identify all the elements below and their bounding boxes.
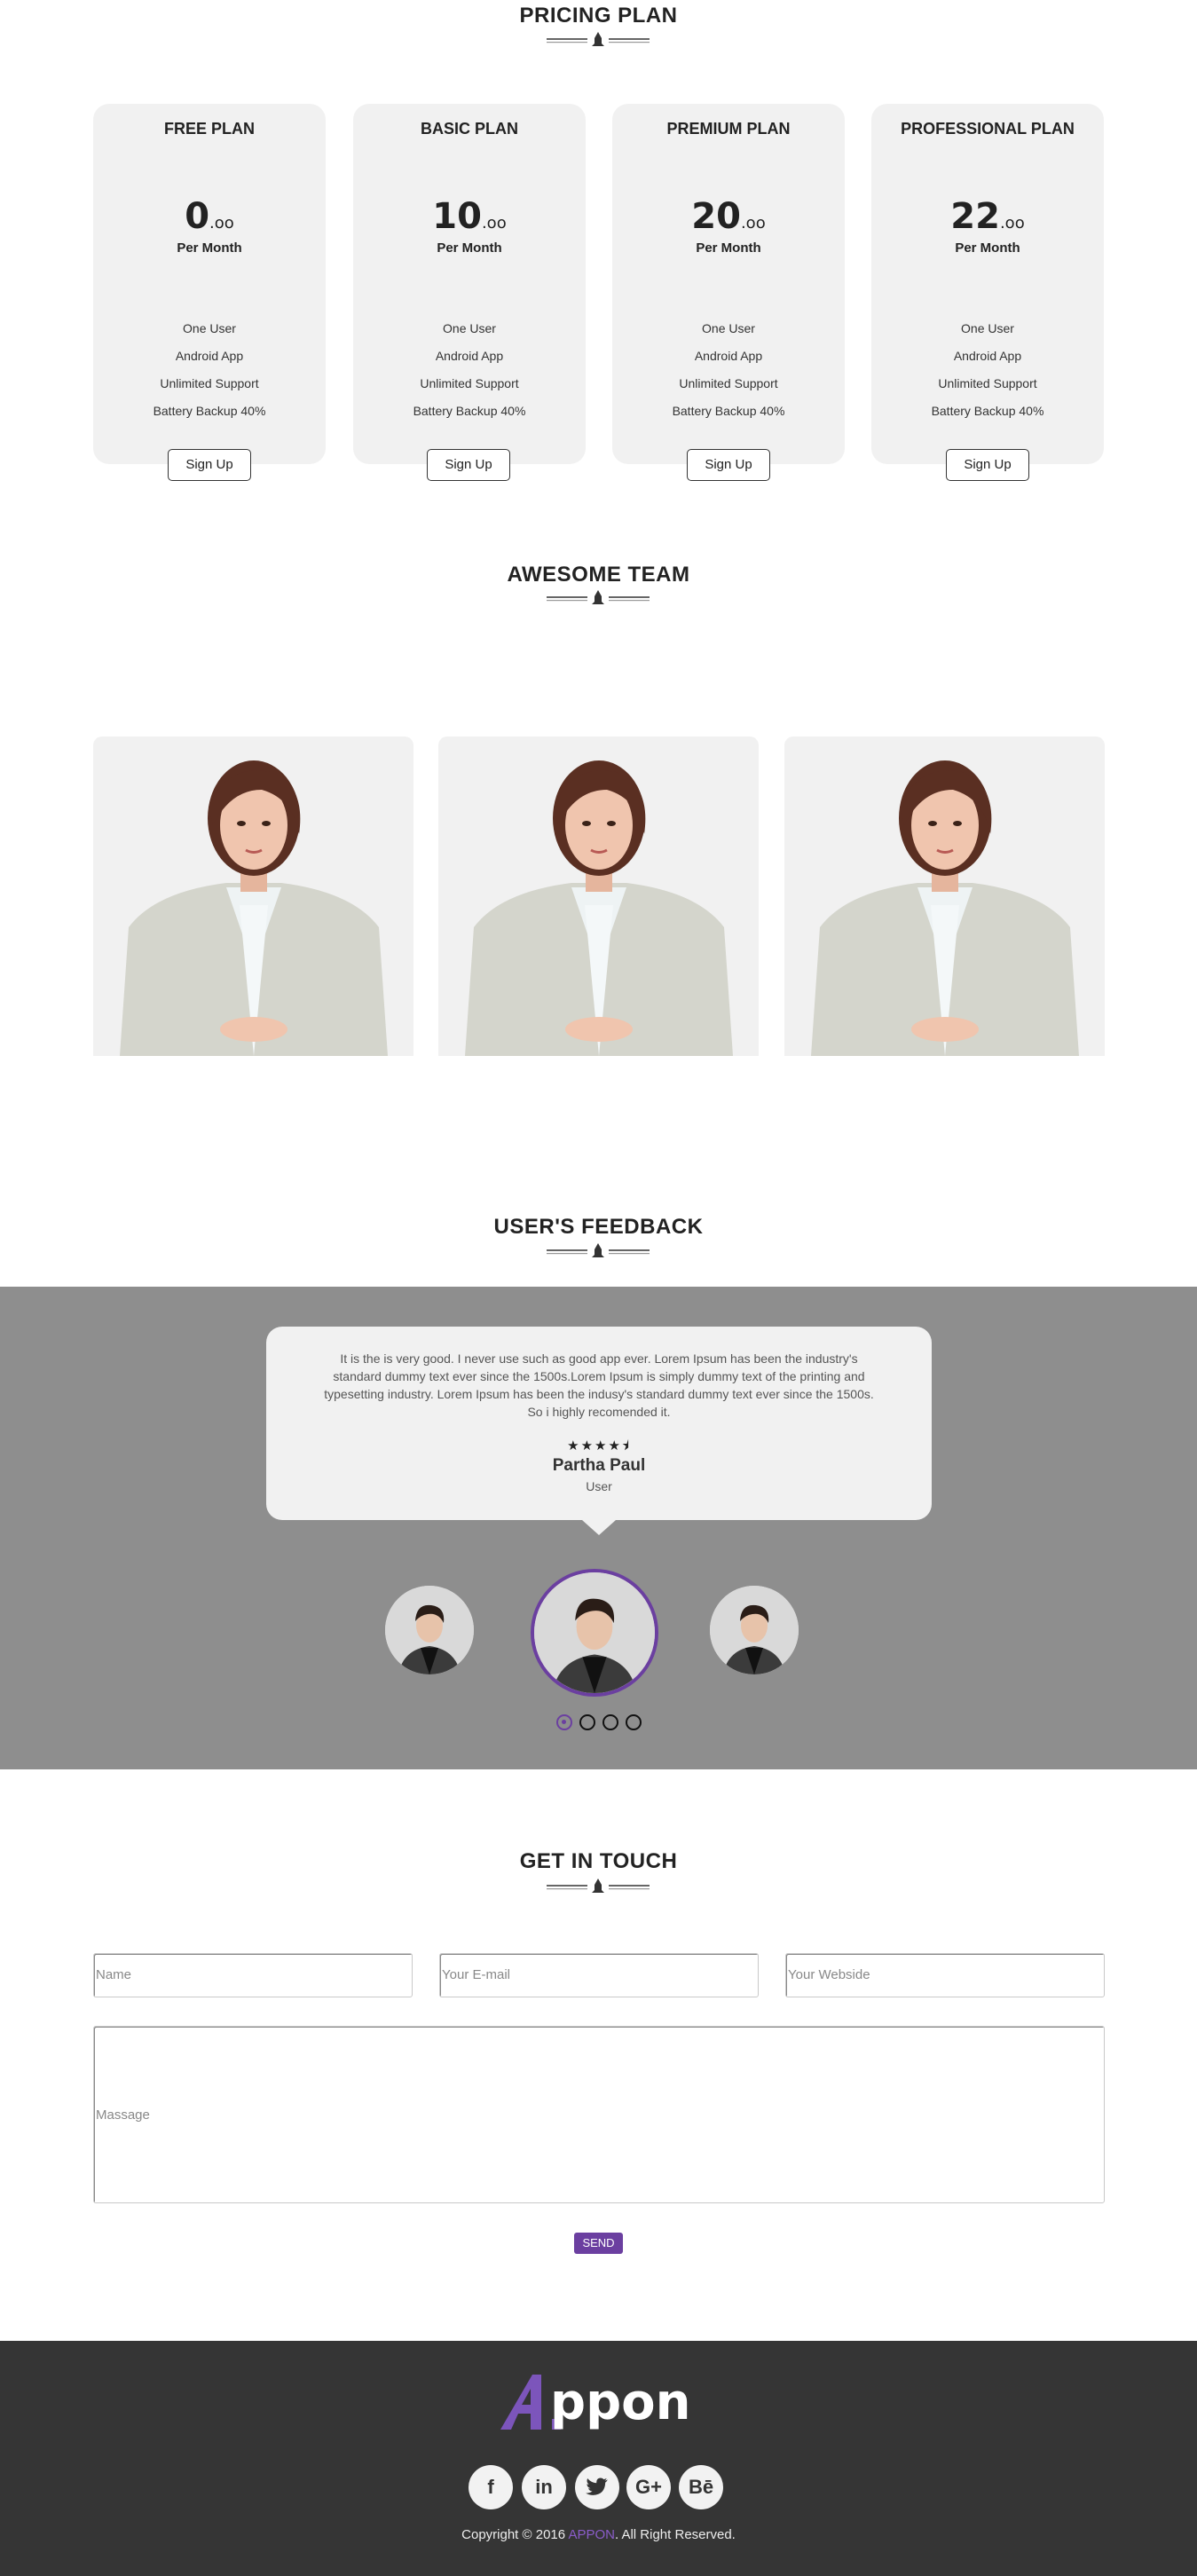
testimonial-bubble: It is the is very good. I never use such… [266, 1327, 932, 1520]
plan-feature: Battery Backup 40% [672, 404, 785, 418]
plan-feature: Battery Backup 40% [153, 404, 266, 418]
copyright-brand-link[interactable]: APPON [568, 2527, 615, 2542]
appon-logo[interactable]: ppon [499, 2367, 703, 2438]
signup-button-premium[interactable]: Sign Up [687, 449, 770, 481]
plan-card-free: FREE PLAN 0.oo Per Month One User Androi… [93, 104, 326, 464]
team-member-photo [465, 760, 733, 1056]
svg-text:ppon: ppon [550, 2374, 691, 2431]
plan-name: PREMIUM PLAN [666, 120, 791, 138]
facebook-icon[interactable]: f [469, 2465, 513, 2509]
testimonial-text: It is the is very good. I never use such… [324, 1351, 874, 1419]
plan-card-professional: PROFESSIONAL PLAN 22.oo Per Month One Us… [871, 104, 1104, 464]
message-field[interactable]: Massage [93, 2026, 1105, 2203]
feedback-title: USER'S FEEDBACK [493, 1215, 704, 1239]
google-plus-icon[interactable]: G+ [626, 2465, 671, 2509]
website-field[interactable]: Your Webside [785, 1953, 1105, 1997]
plan-feature: Android App [435, 349, 504, 363]
plan-name: BASIC PLAN [420, 120, 518, 138]
plan-name: FREE PLAN [163, 120, 255, 138]
plan-card-basic: BASIC PLAN 10.oo Per Month One User Andr… [353, 104, 586, 464]
signup-button-professional[interactable]: Sign Up [946, 449, 1029, 481]
plan-feature: Android App [175, 349, 244, 363]
plan-feature: Battery Backup 40% [413, 404, 526, 418]
team-member-photo [120, 760, 388, 1056]
copyright-text: Copyright © 2016 APPON. All Right Reserv… [0, 2527, 1197, 2542]
rocket-divider-icon [547, 32, 650, 46]
rocket-divider-icon [547, 1879, 650, 1893]
team-member-card [784, 737, 1105, 1056]
twitter-icon[interactable] [575, 2465, 619, 2509]
send-button[interactable]: SEND [574, 2233, 623, 2254]
reviewer-name: Partha Paul [552, 1456, 646, 1475]
footer: ppon f in G+ Bē Copyright © 2016 APPON. … [0, 2341, 1197, 2576]
plan-price: 20.oo [691, 196, 766, 237]
team-member-card [438, 737, 759, 1056]
carousel-dot[interactable] [556, 1714, 572, 1730]
rocket-divider-icon [547, 1243, 650, 1257]
plan-feature: Unlimited Support [938, 376, 1037, 390]
plan-period: Per Month [955, 240, 1020, 256]
reviewer-avatar-next[interactable] [710, 1586, 799, 1674]
email-field[interactable]: Your E-mail [439, 1953, 759, 1997]
feedback-band: It is the is very good. I never use such… [0, 1287, 1197, 1769]
plan-feature: Battery Backup 40% [931, 404, 1044, 418]
signup-button-free[interactable]: Sign Up [168, 449, 251, 481]
plan-feature: One User [443, 321, 496, 335]
plan-card-premium: PREMIUM PLAN 20.oo Per Month One User An… [612, 104, 845, 464]
plan-price: 10.oo [432, 196, 507, 237]
plan-feature: Android App [694, 349, 763, 363]
plan-price: 22.oo [950, 196, 1025, 237]
plan-name: PROFESSIONAL PLAN [901, 120, 1075, 138]
team-member-photo [811, 760, 1079, 1056]
reviewer-role: User [586, 1479, 612, 1493]
name-field[interactable]: Name [93, 1953, 413, 1997]
plan-feature: Unlimited Support [420, 376, 519, 390]
copyright-suffix: . All Right Reserved. [614, 2527, 736, 2542]
plan-period: Per Month [437, 240, 502, 256]
plan-feature: Unlimited Support [160, 376, 259, 390]
carousel-dot[interactable] [602, 1714, 618, 1730]
plan-feature: One User [702, 321, 755, 335]
pricing-title: PRICING PLAN [519, 4, 678, 28]
team-member-card [93, 737, 413, 1056]
signup-button-basic[interactable]: Sign Up [427, 449, 510, 481]
plan-price: 0.oo [185, 196, 234, 237]
plan-feature: One User [961, 321, 1014, 335]
rocket-divider-icon [547, 590, 650, 604]
linkedin-icon[interactable]: in [522, 2465, 566, 2509]
bubble-tail [582, 1520, 616, 1535]
carousel-dot[interactable] [626, 1714, 642, 1730]
reviewer-avatar-active[interactable] [531, 1569, 658, 1697]
team-title: AWESOME TEAM [507, 563, 690, 587]
copyright-prefix: Copyright © 2016 [461, 2527, 569, 2542]
reviewer-avatar-prev[interactable] [385, 1586, 474, 1674]
carousel-dot[interactable] [579, 1714, 595, 1730]
plan-feature: Unlimited Support [679, 376, 778, 390]
plan-period: Per Month [177, 240, 242, 256]
plan-period: Per Month [696, 240, 761, 256]
behance-icon[interactable]: Bē [679, 2465, 723, 2509]
plan-feature: One User [183, 321, 236, 335]
plan-feature: Android App [953, 349, 1022, 363]
contact-title: GET IN TOUCH [519, 1849, 678, 1873]
